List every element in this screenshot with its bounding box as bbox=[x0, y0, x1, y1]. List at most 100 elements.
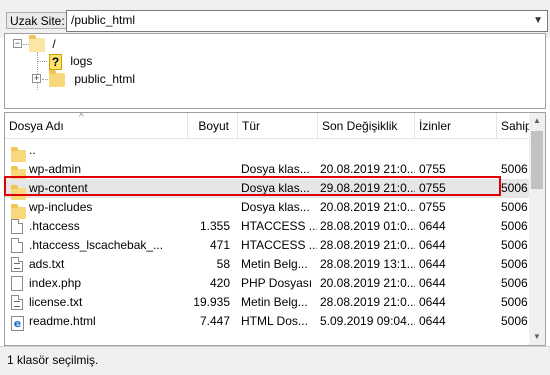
file-modified-cell: 28.08.2019 21:0... bbox=[320, 238, 415, 252]
file-owner-cell: 5006 5... bbox=[501, 219, 531, 233]
file-type-cell: Metin Belg... bbox=[241, 295, 308, 309]
file-perms-cell: 0644 bbox=[419, 257, 446, 271]
file-type-cell: Dosya klas... bbox=[241, 200, 310, 214]
file-modified-cell: 28.08.2019 13:1... bbox=[320, 257, 415, 271]
file-size-cell bbox=[188, 179, 230, 198]
file-modified-cell: 20.08.2019 21:0... bbox=[320, 276, 415, 290]
file-owner-cell: 5006 5... bbox=[501, 276, 531, 290]
file-size-cell bbox=[188, 141, 230, 160]
file-name-cell: .htaccess_lscachebak_... bbox=[29, 238, 164, 252]
file-modified-cell bbox=[320, 141, 415, 160]
file-owner-cell: 5006 5... bbox=[501, 314, 531, 328]
folder-open-icon bbox=[29, 34, 45, 52]
file-owner-cell: 5006 5... bbox=[501, 162, 531, 176]
file-perms-cell: 0644 bbox=[419, 295, 446, 309]
file-type-cell bbox=[241, 141, 317, 160]
file-row[interactable]: wp-includes Dosya klas... 20.08.2019 21:0.… bbox=[5, 198, 531, 219]
file-modified-cell: 20.08.2019 21:0... bbox=[320, 162, 415, 176]
file-name-cell: .. bbox=[29, 143, 36, 157]
file-owner-cell: 5006 5... bbox=[501, 200, 531, 214]
tree-node-root[interactable]: / bbox=[29, 34, 56, 53]
scroll-up-icon[interactable]: ▲ bbox=[529, 113, 545, 129]
file-owner-cell: 5006 5... bbox=[501, 295, 531, 309]
file-row[interactable]: .htaccess_lscachebak_... 471 HTACCESS ... 2… bbox=[5, 236, 531, 255]
file-perms-cell: 0644 bbox=[419, 238, 446, 252]
file-name-cell: .htaccess bbox=[29, 219, 80, 233]
file-modified-cell: 28.08.2019 01:0... bbox=[320, 219, 415, 233]
unknown-folder-icon: ? bbox=[49, 53, 62, 70]
file-perms-cell: 0644 bbox=[419, 219, 446, 233]
file-modified-cell: 20.08.2019 21:0... bbox=[320, 200, 415, 214]
file-owner-cell: 5006 5... bbox=[501, 238, 531, 252]
file-size-cell: 7.447 bbox=[199, 314, 230, 328]
tree-node-logs[interactable]: ? logs bbox=[49, 52, 92, 70]
file-row[interactable]: ads.txt 58 Metin Belg... 28.08.2019 13:1...… bbox=[5, 255, 531, 274]
file-perms-cell: 0755 bbox=[419, 181, 446, 195]
tree-node-public-html[interactable]: public_html bbox=[49, 69, 136, 88]
column-header-size[interactable]: Boyut bbox=[188, 113, 238, 139]
file-owner-cell: 5006 5... bbox=[501, 257, 531, 271]
status-text: 1 klasör seçilmiş. bbox=[7, 353, 99, 367]
collapse-root-icon[interactable]: − bbox=[13, 39, 22, 48]
html-file-icon: e bbox=[11, 314, 24, 333]
remote-path-input[interactable]: /public_html ▼ bbox=[66, 10, 548, 32]
column-header-owner[interactable]: Sahip/ bbox=[497, 113, 531, 139]
file-row[interactable]: license.txt 19.935 Metin Belg... 28.08.2019… bbox=[5, 293, 531, 312]
file-owner-cell bbox=[501, 141, 531, 160]
remote-path-value: /public_html bbox=[71, 13, 136, 27]
file-type-cell: Dosya klas... bbox=[241, 181, 310, 195]
file-perms-cell: 0755 bbox=[419, 162, 446, 176]
file-row[interactable]: wp-admin Dosya klas... 20.08.2019 21:0... 0… bbox=[5, 160, 531, 181]
file-type-cell: HTACCESS ... bbox=[241, 238, 317, 252]
folder-icon bbox=[49, 69, 65, 87]
file-row[interactable]: e readme.html 7.447 HTML Dos... 5.09.2019 09… bbox=[5, 312, 531, 331]
file-perms-cell: 0755 bbox=[419, 200, 446, 214]
file-modified-cell: 5.09.2019 09:04... bbox=[320, 314, 415, 328]
scroll-down-icon[interactable]: ▼ bbox=[529, 329, 545, 345]
file-perms-cell bbox=[419, 141, 489, 160]
file-modified-cell: 28.08.2019 21:0... bbox=[320, 295, 415, 309]
file-owner-cell: 5006 5... bbox=[501, 181, 531, 195]
file-type-cell: Dosya klas... bbox=[241, 162, 310, 176]
column-header-row: Dosya Adı ^ Boyut Tür Son Değişiklik İzi… bbox=[5, 113, 531, 139]
tree-node-label: public_html bbox=[74, 72, 136, 86]
file-row[interactable]: wp-content Dosya klas... 29.08.2019 21:0..… bbox=[5, 179, 531, 200]
file-row[interactable]: .. bbox=[5, 141, 531, 162]
file-name-cell: readme.html bbox=[29, 314, 96, 328]
remote-file-list[interactable]: Dosya Adı ^ Boyut Tür Son Değişiklik İzi… bbox=[4, 112, 546, 346]
vertical-scrollbar[interactable]: ▲ ▼ bbox=[529, 113, 545, 345]
sort-ascending-icon: ^ bbox=[79, 113, 84, 123]
file-row[interactable]: index.php 420 PHP Dosyası 20.08.2019 21:0..… bbox=[5, 274, 531, 293]
column-header-type[interactable]: Tür bbox=[238, 113, 318, 139]
file-modified-cell: 29.08.2019 21:0... bbox=[320, 181, 415, 195]
file-size-cell: 19.935 bbox=[193, 295, 230, 309]
file-name-cell: wp-includes bbox=[29, 200, 93, 214]
file-perms-cell: 0644 bbox=[419, 314, 446, 328]
file-type-cell: Metin Belg... bbox=[241, 257, 308, 271]
directory-tree: − / ? logs + public_html bbox=[4, 33, 546, 109]
file-name-cell: wp-content bbox=[29, 181, 88, 195]
status-bar: 1 klasör seçilmiş. bbox=[0, 346, 550, 375]
file-row[interactable]: .htaccess 1.355 HTACCESS ... 28.08.2019 01:… bbox=[5, 217, 531, 236]
file-type-cell: PHP Dosyası bbox=[241, 276, 313, 290]
file-name-cell: wp-admin bbox=[29, 162, 82, 176]
expand-public-html-icon[interactable]: + bbox=[32, 74, 41, 83]
file-name-cell: index.php bbox=[29, 276, 82, 290]
file-size-cell bbox=[188, 198, 230, 217]
file-size-cell: 1.355 bbox=[199, 219, 230, 233]
chevron-down-icon[interactable]: ▼ bbox=[533, 15, 543, 26]
file-size-cell: 420 bbox=[209, 276, 230, 290]
tree-node-label: logs bbox=[70, 54, 93, 68]
file-perms-cell: 0644 bbox=[419, 276, 446, 290]
column-header-modified[interactable]: Son Değişiklik bbox=[318, 113, 415, 139]
file-name-cell: license.txt bbox=[29, 295, 83, 309]
file-type-cell: HTACCESS ... bbox=[241, 219, 317, 233]
file-size-cell: 471 bbox=[209, 238, 230, 252]
file-type-cell: HTML Dos... bbox=[241, 314, 308, 328]
column-header-name[interactable]: Dosya Adı ^ bbox=[5, 113, 188, 139]
remote-site-label: Uzak Site: bbox=[6, 12, 69, 29]
scrollbar-thumb[interactable] bbox=[531, 131, 543, 189]
file-size-cell: 58 bbox=[216, 257, 230, 271]
tree-node-label: / bbox=[52, 37, 56, 51]
column-header-permissions[interactable]: İzinler bbox=[415, 113, 497, 139]
